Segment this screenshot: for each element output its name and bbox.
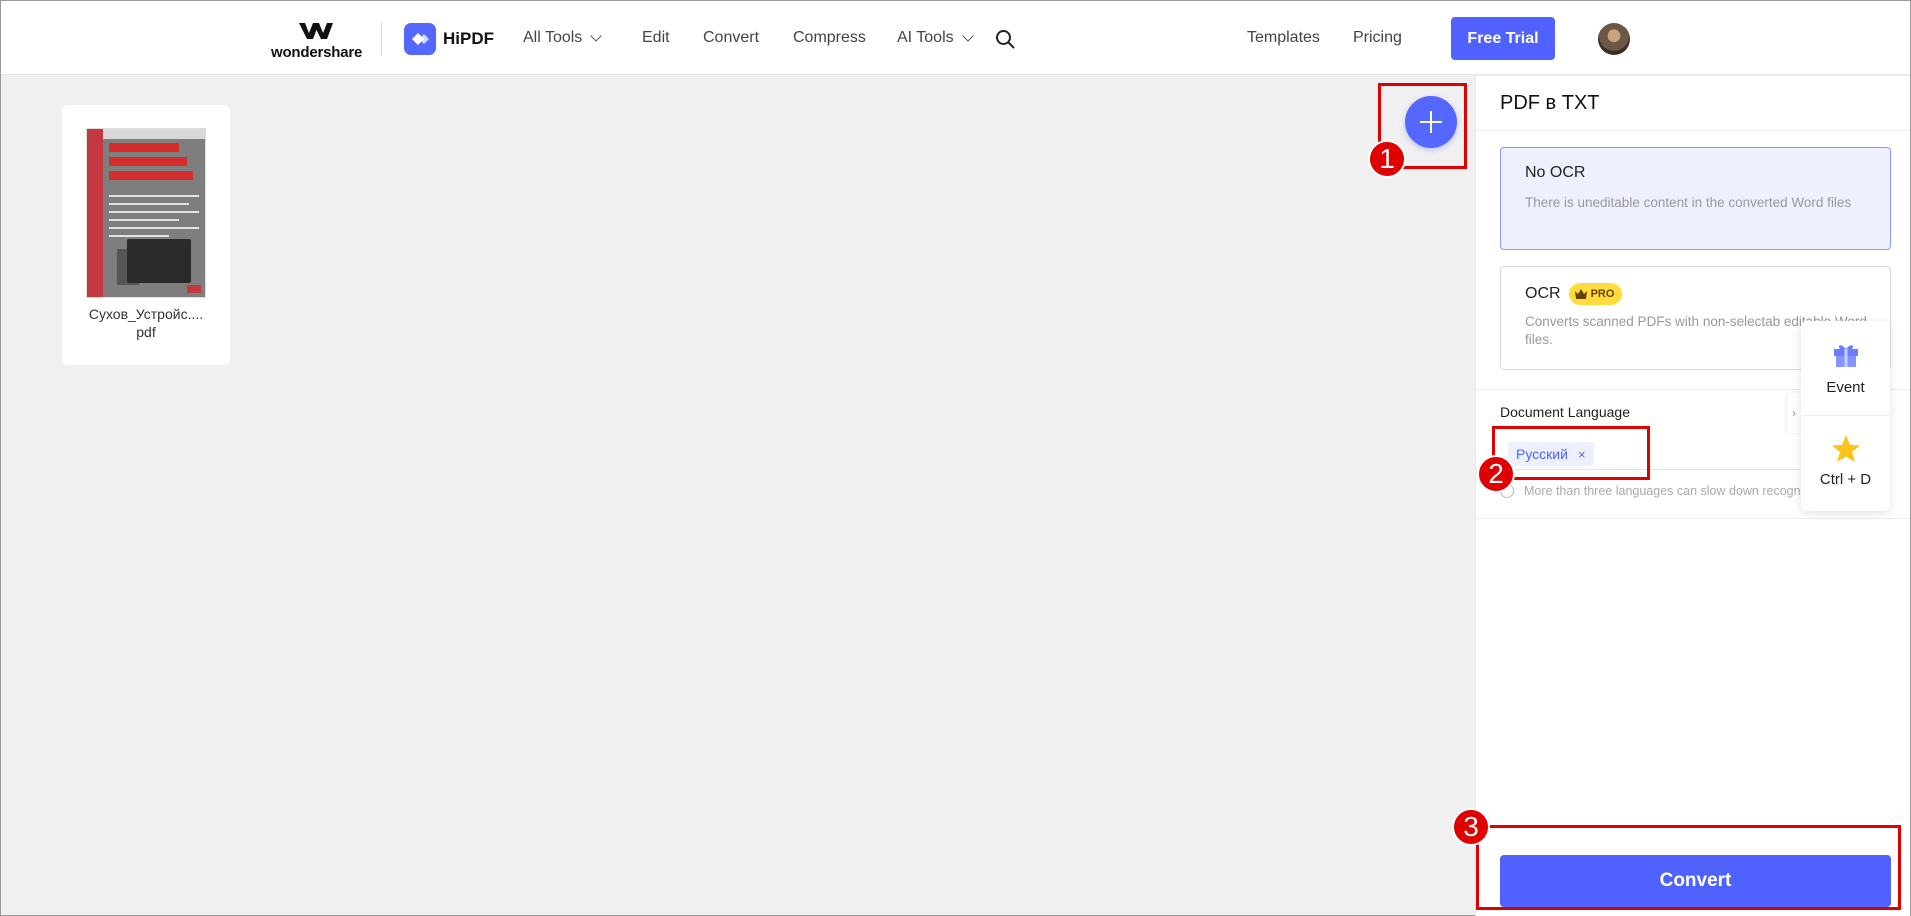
nav-ai-tools[interactable]: AI Tools — [897, 29, 974, 47]
file-card[interactable]: Сухов_Устройс.... pdf — [62, 105, 230, 365]
annotation-box-3 — [1476, 825, 1901, 910]
search-icon[interactable] — [995, 29, 1015, 49]
nav-all-tools[interactable]: All Tools — [523, 29, 602, 47]
option-no-ocr-title: No OCR — [1525, 164, 1585, 182]
option-no-ocr[interactable]: No OCR There is uneditable content in th… — [1500, 147, 1891, 250]
nav-ai-tools-label: AI Tools — [897, 29, 954, 46]
thumbnail-footer-mark — [187, 285, 201, 293]
wondershare-mark-icon — [299, 23, 333, 39]
nav-pricing[interactable]: Pricing — [1353, 29, 1402, 47]
event-label: Event — [1826, 379, 1865, 396]
panel-divider — [1476, 518, 1910, 519]
pro-badge: PRO — [1568, 283, 1623, 305]
header-divider — [381, 22, 382, 56]
chevron-down-icon — [961, 29, 974, 42]
hipdf-text: HiPDF — [443, 29, 494, 48]
annotation-badge-1: 1 — [1368, 140, 1406, 178]
nav-pricing-label: Pricing — [1353, 29, 1402, 46]
annotation-box-2 — [1492, 426, 1650, 480]
language-hint: More than three languages can slow down … — [1500, 484, 1810, 498]
top-header: wondershare HiPDF All Tools Edit Convert… — [1, 1, 1910, 75]
floating-widget: Event Ctrl + D — [1801, 321, 1890, 511]
language-hint-text: More than three languages can slow down … — [1524, 484, 1801, 498]
panel-title: PDF в TXT — [1500, 92, 1600, 114]
thumbnail-top-band — [87, 129, 205, 139]
file-name: Сухов_Устройс.... pdf — [88, 306, 204, 340]
nav-templates-label: Templates — [1247, 29, 1320, 46]
option-no-ocr-desc: There is uneditable content in the conve… — [1525, 195, 1852, 210]
nav-convert[interactable]: Convert — [703, 29, 759, 47]
gift-icon — [1833, 345, 1858, 367]
annotation-badge-2: 2 — [1477, 455, 1515, 493]
wondershare-text: wondershare — [271, 44, 363, 61]
star-icon — [1831, 435, 1860, 462]
option-ocr-label: OCR — [1525, 285, 1561, 302]
document-language-label: Document Language — [1500, 404, 1630, 420]
nav-compress-label: Compress — [793, 29, 866, 46]
option-ocr-title: OCR PRO — [1525, 283, 1623, 305]
nav-convert-label: Convert — [703, 29, 760, 46]
bookmark-item[interactable]: Ctrl + D — [1801, 433, 1890, 488]
hipdf-mark-icon — [404, 23, 436, 55]
chevron-down-icon — [590, 29, 602, 42]
option-no-ocr-label: No OCR — [1525, 164, 1586, 181]
avatar[interactable] — [1598, 23, 1630, 55]
free-trial-button[interactable]: Free Trial — [1451, 17, 1555, 60]
hipdf-logo[interactable]: HiPDF — [404, 23, 494, 55]
thumbnail-text-lines — [109, 195, 199, 243]
wondershare-logo[interactable]: wondershare — [271, 21, 363, 61]
widget-divider — [1801, 415, 1890, 416]
thumbnail-monitor — [127, 239, 191, 283]
bookmark-label: Ctrl + D — [1819, 471, 1872, 488]
nav-compress[interactable]: Compress — [793, 29, 866, 47]
nav-edit[interactable]: Edit — [642, 29, 670, 47]
file-thumbnail — [86, 128, 206, 298]
thumbnail-title-block — [109, 143, 193, 187]
thumbnail-red-bar — [87, 129, 103, 297]
panel-divider — [1476, 130, 1910, 131]
crown-icon — [1574, 289, 1587, 299]
nav-templates[interactable]: Templates — [1247, 29, 1320, 47]
chevron-right-icon: › — [1792, 406, 1796, 420]
widget-collapse-tab[interactable]: › — [1787, 393, 1801, 433]
event-item[interactable]: Event — [1801, 339, 1890, 396]
nav-all-tools-label: All Tools — [523, 29, 583, 46]
nav-edit-label: Edit — [642, 29, 670, 46]
annotation-badge-3: 3 — [1452, 808, 1490, 846]
pro-badge-label: PRO — [1590, 288, 1615, 300]
